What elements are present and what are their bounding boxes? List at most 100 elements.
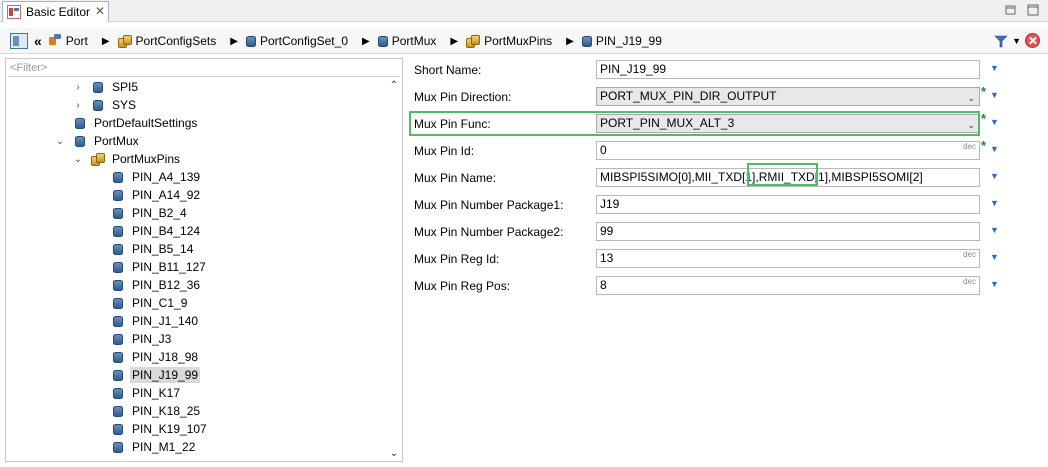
back-icon[interactable]: «: [34, 33, 42, 49]
row-menu-icon[interactable]: ▼: [990, 171, 999, 181]
config-icon: [581, 35, 592, 47]
tree-item-label: PortMux: [94, 134, 139, 148]
edit-mode-icon[interactable]: [10, 33, 28, 49]
config-icon: [111, 405, 125, 417]
row-menu-icon[interactable]: ▼: [990, 117, 999, 127]
prop-label: Mux Pin Func:: [414, 117, 491, 131]
editor-icon: [7, 5, 21, 19]
chevron-down-icon[interactable]: ⌄: [967, 90, 975, 105]
row-menu-icon[interactable]: ▼: [990, 279, 999, 289]
prop-mux-pin-number-package1: Mux Pin Number Package1: J19 ▼: [414, 195, 1034, 215]
expand-right-icon[interactable]: ›: [73, 100, 83, 111]
short-name-input[interactable]: PIN_J19_99: [596, 60, 980, 79]
modified-indicator-icon: *: [981, 111, 987, 126]
tree-item[interactable]: PIN_K17: [111, 384, 182, 402]
modified-indicator-icon: *: [981, 138, 987, 153]
breadcrumb-separator-icon: ▶: [230, 35, 238, 47]
config-icon: [91, 99, 105, 111]
tree-item-label: PIN_K18_25: [132, 404, 201, 418]
breadcrumb-separator-icon: ▶: [566, 35, 574, 47]
breadcrumb-label: PortMux: [391, 34, 437, 48]
tree-item[interactable]: PIN_B2_4: [111, 204, 189, 222]
tree-item-label: PIN_A14_92: [132, 188, 201, 202]
tree-item[interactable]: PIN_B11_127: [111, 258, 208, 276]
stop-icon[interactable]: [1025, 33, 1040, 48]
tree-item[interactable]: PIN_J3: [111, 330, 173, 348]
config-icon: [377, 35, 388, 47]
maximize-icon[interactable]: [1026, 3, 1040, 17]
config-icon: [73, 135, 87, 147]
expand-down-icon[interactable]: ⌄: [55, 136, 65, 147]
unit-label: dec: [963, 277, 976, 286]
tree-item[interactable]: ⌄ PortMux: [55, 132, 141, 150]
tree-item[interactable]: PortDefaultSettings: [55, 114, 199, 132]
tree-item[interactable]: PIN_J19_99: [111, 366, 201, 384]
breadcrumb-item-portconfigset-0[interactable]: PortConfigSet_0: [245, 34, 348, 48]
mux-pin-direction-select[interactable]: PORT_MUX_PIN_DIR_OUTPUT ⌄: [596, 87, 980, 106]
mux-pin-reg-id-input[interactable]: 13 dec: [596, 249, 980, 268]
mux-pin-func-select[interactable]: PORT_PIN_MUX_ALT_3 ⌄: [596, 114, 980, 133]
breadcrumb-item-portmux[interactable]: PortMux: [377, 34, 437, 48]
editor-tab-bar: Basic Editor ✕: [0, 0, 1048, 22]
breadcrumb-item-port[interactable]: Port: [48, 34, 88, 48]
expand-right-icon[interactable]: ›: [73, 82, 83, 93]
tree-item[interactable]: PIN_A4_139: [111, 168, 202, 186]
tree-item-label: PIN_K19_107: [132, 422, 207, 436]
field-value: 8: [600, 278, 607, 292]
tree-item[interactable]: › SPI5: [73, 78, 140, 96]
row-menu-icon[interactable]: ▼: [990, 252, 999, 262]
tree-item[interactable]: PIN_M1_22: [111, 438, 197, 456]
tab-basic-editor[interactable]: Basic Editor ✕: [2, 1, 109, 22]
close-icon[interactable]: ✕: [95, 4, 105, 18]
tree-item[interactable]: PIN_J18_98: [111, 348, 200, 366]
row-menu-icon[interactable]: ▼: [990, 144, 999, 154]
breadcrumb-item-portconfigsets[interactable]: PortConfigSets: [117, 34, 216, 48]
mux-pin-id-input[interactable]: 0 dec: [596, 141, 980, 160]
tree-item[interactable]: › SYS: [73, 96, 138, 114]
filter-icon[interactable]: [994, 34, 1008, 48]
tree-item[interactable]: PIN_B4_124: [111, 222, 202, 240]
tree-item[interactable]: PIN_B5_14: [111, 240, 195, 258]
mux-pin-number-package2-input[interactable]: 99: [596, 222, 980, 241]
config-icon: [73, 117, 87, 129]
row-menu-icon[interactable]: ▼: [990, 225, 999, 235]
unit-label: dec: [963, 250, 976, 259]
breadcrumb-label: Port: [65, 34, 88, 48]
breadcrumb-separator-icon: ▶: [450, 35, 459, 47]
tree-item[interactable]: ⌄ PortMuxPins: [73, 150, 182, 168]
tree-item[interactable]: PIN_K19_107: [111, 420, 209, 438]
prop-mux-pin-reg-id: Mux Pin Reg Id: 13 dec ▼: [414, 249, 1034, 269]
mux-pin-number-package1-input[interactable]: J19: [596, 195, 980, 214]
scroll-up-icon[interactable]: ⌃: [387, 79, 401, 93]
breadcrumb-item-portmuxpins[interactable]: PortMuxPins: [466, 34, 552, 48]
tree-filter-input[interactable]: <Filter>: [8, 61, 400, 77]
modified-indicator-icon: *: [981, 84, 987, 99]
row-menu-icon[interactable]: ▼: [990, 198, 999, 208]
scroll-down-icon[interactable]: ⌄: [387, 447, 401, 461]
field-value: 0: [600, 143, 607, 157]
tree-item[interactable]: PIN_A14_92: [111, 186, 202, 204]
mux-pin-reg-pos-input[interactable]: 8 dec: [596, 276, 980, 295]
row-menu-icon[interactable]: ▼: [990, 90, 999, 100]
minimize-icon[interactable]: [1004, 3, 1018, 17]
tree-item[interactable]: PIN_J1_140: [111, 312, 200, 330]
tree-item[interactable]: PIN_K18_25: [111, 402, 202, 420]
config-set-icon: [466, 34, 481, 48]
chevron-down-icon[interactable]: ⌄: [967, 117, 975, 132]
mux-pin-name-input[interactable]: MIBSPI5SIMO[0],MII_TXD[1],RMII_TXD[1],MI…: [596, 168, 980, 187]
tree-item-label: SPI5: [112, 80, 139, 94]
tree-scrollbar[interactable]: ⌃ ⌄: [387, 79, 401, 461]
expand-down-icon[interactable]: ⌄: [73, 154, 83, 165]
tree-item[interactable]: PIN_C1_9: [111, 294, 189, 312]
select-value: PORT_PIN_MUX_ALT_3: [600, 116, 735, 130]
breadcrumb-tools: ▼: [994, 33, 1040, 48]
row-menu-icon[interactable]: ▼: [990, 63, 999, 73]
filter-menu-icon[interactable]: ▼: [1012, 36, 1021, 46]
config-icon: [111, 207, 125, 219]
tree-item-label: PIN_B5_14: [132, 242, 194, 256]
tree-item[interactable]: PIN_B12_36: [111, 276, 202, 294]
config-icon: [111, 369, 125, 381]
prop-label: Mux Pin Reg Id:: [414, 252, 500, 266]
unit-label: dec: [963, 142, 976, 151]
breadcrumb-item-pin-j19-99[interactable]: PIN_J19_99: [581, 34, 662, 48]
